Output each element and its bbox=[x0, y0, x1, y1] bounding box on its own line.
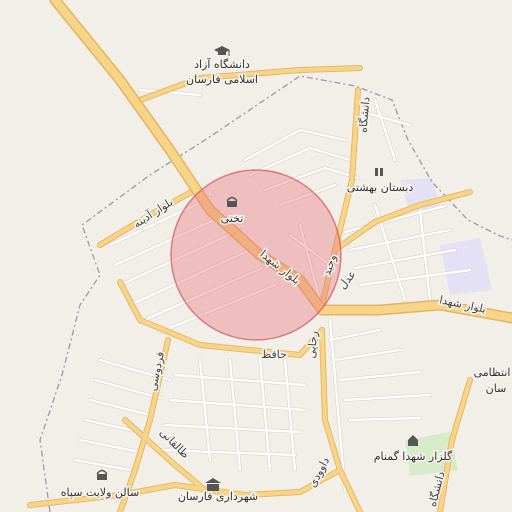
poi-label-municipality: شهرداری فارسان bbox=[178, 490, 258, 503]
poi-label-velayat: سالن ولایت سپاه bbox=[61, 486, 139, 499]
road-label-daneshgah-north: دانشگاه bbox=[356, 96, 372, 133]
monument-icon bbox=[408, 435, 418, 446]
road-label-raja: رجایی bbox=[305, 330, 320, 359]
school-icon bbox=[375, 168, 383, 176]
poi-entezami[interactable]: انتظامی سان bbox=[472, 365, 512, 397]
search-area-highlight[interactable] bbox=[170, 169, 342, 341]
poi-label-beheshti: دبستان بهشتی bbox=[347, 181, 414, 194]
road-label-hafez: حافظ bbox=[261, 348, 287, 361]
poi-label-entezami-1: انتظامی bbox=[474, 366, 511, 379]
poi-beheshti-school[interactable]: دبستان بهشتی bbox=[345, 168, 415, 196]
map-canvas[interactable]: بلوار شهدا بلوار شهدا بلوار آدینه وحید ع… bbox=[0, 0, 512, 512]
hall-icon bbox=[96, 469, 108, 480]
map-view[interactable]: بلوار شهدا بلوار شهدا بلوار آدینه وحید ع… bbox=[0, 0, 512, 512]
poi-label-azad-2: اسلامی فارسان bbox=[186, 73, 258, 86]
poi-label-golzar: گلزار شهدا گمنام bbox=[374, 450, 453, 463]
residential-area-east bbox=[440, 238, 492, 295]
poi-label-entezami-2: سان bbox=[486, 382, 507, 395]
poi-label-takhti: تختی bbox=[221, 212, 244, 225]
poi-farsan-municipality[interactable]: شهرداری فارسان bbox=[176, 478, 260, 505]
poi-label-azad-1: دانشگاه آزاد bbox=[194, 57, 250, 71]
graduation-cap-icon bbox=[214, 46, 230, 56]
road-label-davoodi: داوودی bbox=[306, 455, 333, 490]
poi-azad-university[interactable]: دانشگاه آزاد اسلامی فارسان bbox=[185, 46, 259, 88]
